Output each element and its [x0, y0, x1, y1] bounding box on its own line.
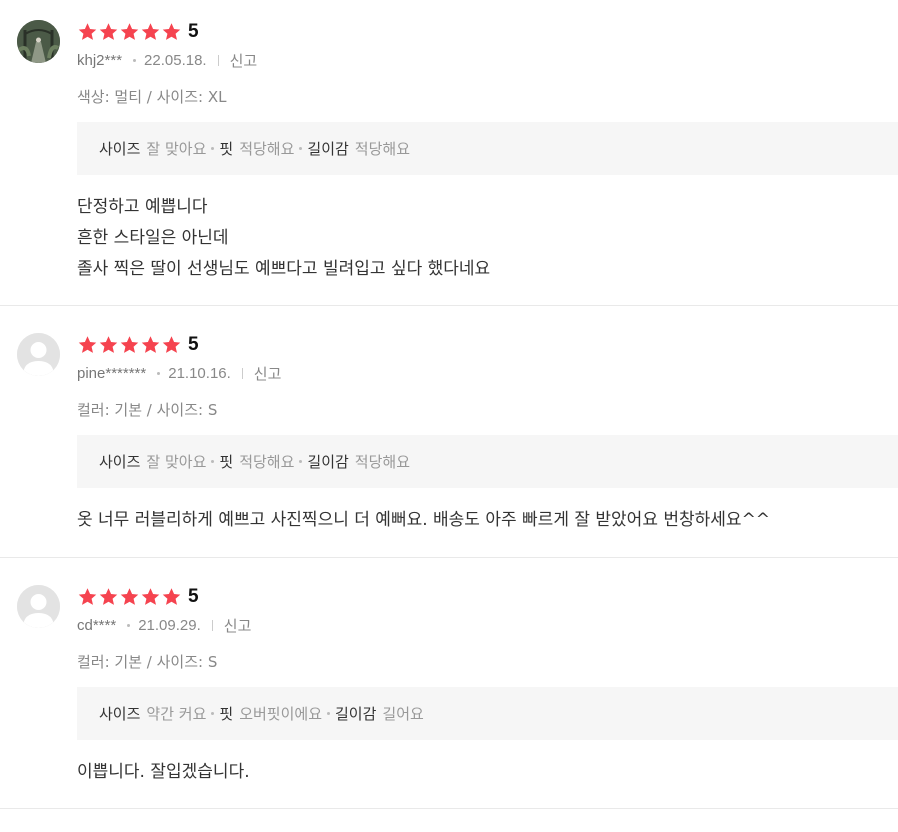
fit-separator [211, 460, 215, 463]
star-icon [78, 23, 97, 40]
fit-value: 적당해요 [239, 140, 295, 158]
star-rating [77, 335, 182, 355]
review-text: 단정하고 예쁩니다 흔한 스타일은 아닌데 졸사 찍은 딸이 선생님도 예쁘다고… [77, 192, 898, 285]
review-text-line: 옷 너무 러블리하게 예쁘고 사진찍으니 더 예뻐요. 배송도 아주 빠르게 잘… [77, 510, 771, 530]
rating-row: 5 [77, 333, 898, 357]
fit-separator [211, 147, 215, 150]
fit-value: 적당해요 [239, 453, 295, 471]
purchased-option: 컬러: 기본 / 사이즈: S [77, 653, 218, 671]
reviewer-id: cd**** [77, 616, 117, 634]
star-icon [162, 23, 181, 40]
length-label: 길이감 [307, 453, 349, 471]
default-user-icon [17, 585, 60, 628]
review-text: 옷 너무 러블리하게 예쁘고 사진찍으니 더 예뻐요. 배송도 아주 빠르게 잘… [77, 505, 898, 536]
rating-row: 5 [77, 585, 898, 609]
avatar [17, 333, 60, 376]
review-text-line: 이쁩니다. 잘입겠습니다. [77, 762, 250, 782]
rating-row: 5 [77, 20, 898, 44]
length-value: 적당해요 [354, 140, 410, 158]
fit-separator [327, 712, 330, 715]
review-meta: cd**** 21.09.29. 신고 [77, 615, 898, 635]
star-icon [78, 588, 97, 605]
star-icon [120, 23, 139, 40]
purchased-option: 컬러: 기본 / 사이즈: S [77, 401, 218, 419]
review-date: 21.10.16. [168, 364, 231, 382]
meta-divider [211, 619, 213, 631]
length-value: 적당해요 [354, 453, 410, 471]
star-icon [99, 23, 118, 40]
fit-label: 핏 [219, 140, 234, 158]
star-icon [120, 588, 139, 605]
review-text-line: 단정하고 예쁩니다 [77, 197, 208, 217]
fit-separator [211, 712, 215, 715]
star-icon [78, 336, 97, 353]
review-date: 22.05.18. [144, 51, 207, 69]
size-label: 사이즈 [99, 140, 141, 158]
fit-summary: 사이즈 약간 커요 핏 오버핏이에요 길이감 길어요 [77, 687, 898, 740]
avatar [17, 20, 60, 63]
review-item: 5 khj2*** 22.05.18. 신고 색상: 멀티 / 사이즈: XL … [0, 0, 898, 306]
fit-separator [299, 147, 303, 150]
meta-divider [217, 54, 219, 66]
size-value: 잘 맞아요 [146, 453, 207, 471]
star-icon [162, 336, 181, 353]
fit-summary: 사이즈 잘 맞아요 핏 적당해요 길이감 적당해요 [77, 122, 898, 175]
meta-dot-separator [157, 371, 161, 375]
review-text-line: 졸사 찍은 딸이 선생님도 예쁘다고 빌려입고 싶다 했다네요 [77, 259, 491, 279]
fit-label: 핏 [219, 705, 234, 723]
report-link[interactable]: 신고 [254, 363, 282, 384]
fit-summary: 사이즈 잘 맞아요 핏 적당해요 길이감 적당해요 [77, 435, 898, 488]
star-rating [77, 587, 182, 607]
length-label: 길이감 [307, 140, 349, 158]
star-icon [162, 588, 181, 605]
review-item: 5 pine******* 21.10.16. 신고 컬러: 기본 / 사이즈:… [0, 306, 898, 558]
report-link[interactable]: 신고 [230, 50, 258, 71]
review-item: 5 cd**** 21.09.29. 신고 컬러: 기본 / 사이즈: S 사이… [0, 558, 898, 809]
rating-score: 5 [188, 586, 199, 607]
meta-divider [241, 367, 243, 379]
review-meta: khj2*** 22.05.18. 신고 [77, 50, 898, 70]
reviewer-id: khj2*** [77, 51, 123, 69]
size-value: 약간 커요 [146, 705, 207, 723]
size-value: 잘 맞아요 [146, 140, 207, 158]
star-icon [99, 588, 118, 605]
size-label: 사이즈 [99, 453, 141, 471]
fit-value: 오버핏이에요 [239, 705, 322, 723]
star-icon [120, 336, 139, 353]
purchased-option: 색상: 멀티 / 사이즈: XL [77, 88, 227, 106]
report-link[interactable]: 신고 [224, 615, 252, 636]
meta-dot-separator [127, 623, 131, 627]
star-icon [141, 23, 160, 40]
length-value: 길어요 [382, 705, 424, 723]
star-icon [141, 588, 160, 605]
star-icon [141, 336, 160, 353]
review-text-line: 흔한 스타일은 아닌데 [77, 228, 229, 248]
fit-separator [299, 460, 303, 463]
default-user-icon [17, 333, 60, 376]
rating-score: 5 [188, 21, 199, 42]
reviewer-id: pine******* [77, 364, 147, 382]
rating-score: 5 [188, 334, 199, 355]
meta-dot-separator [133, 58, 137, 62]
star-rating [77, 22, 182, 42]
star-icon [99, 336, 118, 353]
length-label: 길이감 [335, 705, 377, 723]
size-label: 사이즈 [99, 705, 141, 723]
review-date: 21.09.29. [138, 616, 201, 634]
avatar-photo-icon [17, 20, 60, 63]
avatar [17, 585, 60, 628]
review-text: 이쁩니다. 잘입겠습니다. [77, 757, 898, 788]
fit-label: 핏 [219, 453, 234, 471]
review-meta: pine******* 21.10.16. 신고 [77, 363, 898, 383]
